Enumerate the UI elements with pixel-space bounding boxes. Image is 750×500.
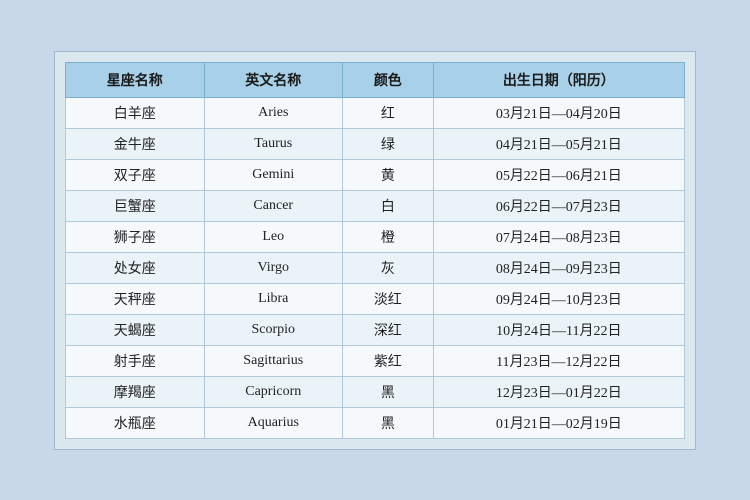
cell-chinese: 双子座 bbox=[66, 159, 205, 190]
cell-dates: 05月22日—06月21日 bbox=[433, 159, 684, 190]
cell-dates: 03月21日—04月20日 bbox=[433, 97, 684, 128]
table-row: 白羊座Aries红03月21日—04月20日 bbox=[66, 97, 685, 128]
cell-dates: 06月22日—07月23日 bbox=[433, 190, 684, 221]
cell-english: Taurus bbox=[204, 128, 343, 159]
cell-color: 黑 bbox=[343, 407, 434, 438]
table-header-row: 星座名称 英文名称 颜色 出生日期（阳历） bbox=[66, 62, 685, 97]
cell-chinese: 白羊座 bbox=[66, 97, 205, 128]
cell-english: Gemini bbox=[204, 159, 343, 190]
cell-color: 橙 bbox=[343, 221, 434, 252]
cell-chinese: 狮子座 bbox=[66, 221, 205, 252]
table-row: 水瓶座Aquarius黑01月21日—02月19日 bbox=[66, 407, 685, 438]
cell-color: 紫红 bbox=[343, 345, 434, 376]
table-container: 星座名称 英文名称 颜色 出生日期（阳历） 白羊座Aries红03月21日—04… bbox=[54, 51, 696, 450]
table-row: 金牛座Taurus绿04月21日—05月21日 bbox=[66, 128, 685, 159]
col-header-chinese: 星座名称 bbox=[66, 62, 205, 97]
col-header-color: 颜色 bbox=[343, 62, 434, 97]
cell-english: Scorpio bbox=[204, 314, 343, 345]
zodiac-table: 星座名称 英文名称 颜色 出生日期（阳历） 白羊座Aries红03月21日—04… bbox=[65, 62, 685, 439]
cell-dates: 10月24日—11月22日 bbox=[433, 314, 684, 345]
table-row: 摩羯座Capricorn黑12月23日—01月22日 bbox=[66, 376, 685, 407]
cell-color: 白 bbox=[343, 190, 434, 221]
cell-english: Libra bbox=[204, 283, 343, 314]
cell-dates: 01月21日—02月19日 bbox=[433, 407, 684, 438]
table-row: 天蝎座Scorpio深红10月24日—11月22日 bbox=[66, 314, 685, 345]
cell-dates: 12月23日—01月22日 bbox=[433, 376, 684, 407]
cell-chinese: 射手座 bbox=[66, 345, 205, 376]
cell-color: 灰 bbox=[343, 252, 434, 283]
cell-english: Aries bbox=[204, 97, 343, 128]
table-row: 天秤座Libra淡红09月24日—10月23日 bbox=[66, 283, 685, 314]
cell-dates: 09月24日—10月23日 bbox=[433, 283, 684, 314]
cell-color: 淡红 bbox=[343, 283, 434, 314]
table-row: 射手座Sagittarius紫红11月23日—12月22日 bbox=[66, 345, 685, 376]
cell-dates: 07月24日—08月23日 bbox=[433, 221, 684, 252]
cell-color: 深红 bbox=[343, 314, 434, 345]
cell-color: 黄 bbox=[343, 159, 434, 190]
cell-chinese: 摩羯座 bbox=[66, 376, 205, 407]
cell-chinese: 天秤座 bbox=[66, 283, 205, 314]
table-row: 狮子座Leo橙07月24日—08月23日 bbox=[66, 221, 685, 252]
cell-english: Capricorn bbox=[204, 376, 343, 407]
table-row: 处女座Virgo灰08月24日—09月23日 bbox=[66, 252, 685, 283]
cell-english: Leo bbox=[204, 221, 343, 252]
table-row: 双子座Gemini黄05月22日—06月21日 bbox=[66, 159, 685, 190]
cell-color: 绿 bbox=[343, 128, 434, 159]
cell-english: Sagittarius bbox=[204, 345, 343, 376]
col-header-english: 英文名称 bbox=[204, 62, 343, 97]
cell-chinese: 处女座 bbox=[66, 252, 205, 283]
col-header-dates: 出生日期（阳历） bbox=[433, 62, 684, 97]
cell-english: Cancer bbox=[204, 190, 343, 221]
cell-chinese: 金牛座 bbox=[66, 128, 205, 159]
cell-color: 红 bbox=[343, 97, 434, 128]
cell-chinese: 水瓶座 bbox=[66, 407, 205, 438]
cell-english: Aquarius bbox=[204, 407, 343, 438]
cell-dates: 04月21日—05月21日 bbox=[433, 128, 684, 159]
table-row: 巨蟹座Cancer白06月22日—07月23日 bbox=[66, 190, 685, 221]
cell-english: Virgo bbox=[204, 252, 343, 283]
cell-chinese: 天蝎座 bbox=[66, 314, 205, 345]
cell-color: 黑 bbox=[343, 376, 434, 407]
cell-dates: 11月23日—12月22日 bbox=[433, 345, 684, 376]
cell-chinese: 巨蟹座 bbox=[66, 190, 205, 221]
cell-dates: 08月24日—09月23日 bbox=[433, 252, 684, 283]
